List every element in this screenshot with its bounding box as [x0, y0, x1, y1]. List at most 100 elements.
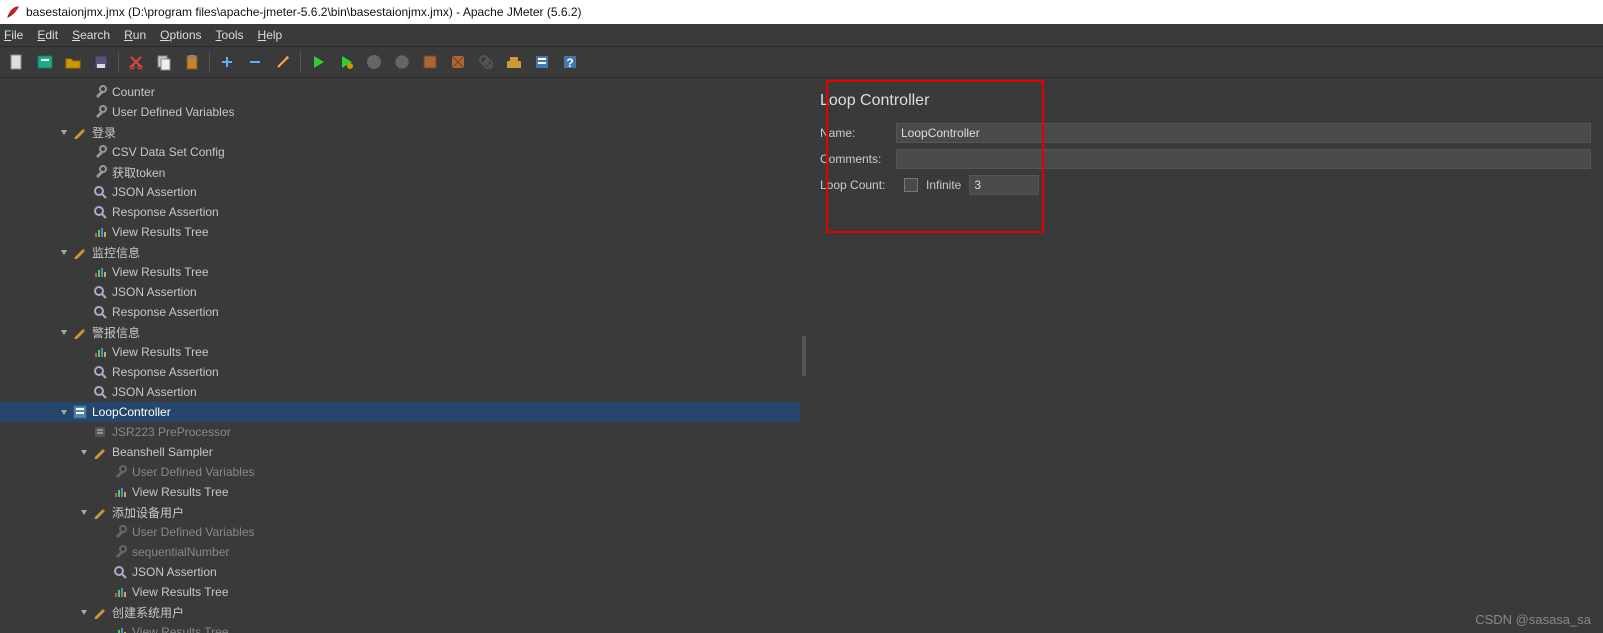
tree-toggle-icon	[98, 526, 110, 538]
paste-button[interactable]	[179, 49, 205, 75]
tree-item[interactable]: 登录	[0, 122, 800, 142]
shutdown-button[interactable]	[389, 49, 415, 75]
tree-toggle-icon	[98, 546, 110, 558]
tree-toggle-icon[interactable]	[58, 326, 70, 338]
open-button[interactable]	[60, 49, 86, 75]
chart-icon	[92, 224, 108, 240]
comments-input[interactable]	[896, 149, 1591, 169]
tree-item[interactable]: JSON Assertion	[0, 562, 800, 582]
tree-item[interactable]: 监控信息	[0, 242, 800, 262]
tree-toggle-icon[interactable]	[58, 126, 70, 138]
new-button[interactable]	[4, 49, 30, 75]
function-helper-button[interactable]	[529, 49, 555, 75]
tree-toggle-icon[interactable]	[78, 506, 90, 518]
tree-item[interactable]: LoopController	[0, 402, 800, 422]
pencil-icon	[92, 444, 108, 460]
tree-item[interactable]: Response Assertion	[0, 202, 800, 222]
expand-button[interactable]	[214, 49, 240, 75]
tree-item-label: JSR223 PreProcessor	[112, 425, 231, 439]
tree-item[interactable]: View Results Tree	[0, 222, 800, 242]
clearall-button[interactable]	[445, 49, 471, 75]
templates-button[interactable]	[32, 49, 58, 75]
splitter[interactable]	[800, 78, 808, 633]
name-input[interactable]	[896, 123, 1591, 143]
loop-count-input[interactable]	[969, 175, 1039, 195]
infinite-label: Infinite	[926, 178, 961, 192]
tree-toggle-icon[interactable]	[78, 446, 90, 458]
tree-toggle-icon[interactable]	[58, 246, 70, 258]
tree-toggle-icon[interactable]	[78, 606, 90, 618]
tree-toggle-icon	[78, 266, 90, 278]
tree-item[interactable]: User Defined Variables	[0, 462, 800, 482]
tree-item[interactable]: View Results Tree	[0, 262, 800, 282]
tree-item[interactable]: Response Assertion	[0, 362, 800, 382]
jmeter-feather-icon	[6, 5, 20, 19]
menu-options[interactable]: Options	[160, 28, 201, 42]
start-noTimers-button[interactable]	[333, 49, 359, 75]
tree-item[interactable]: Counter	[0, 82, 800, 102]
chart-icon	[92, 344, 108, 360]
reset-search-button[interactable]	[501, 49, 527, 75]
tree-item[interactable]: View Results Tree	[0, 582, 800, 602]
tree-item-label: 登录	[92, 124, 116, 141]
wrench-icon	[92, 144, 108, 160]
pencil-icon	[92, 604, 108, 620]
tree-item-label: User Defined Variables	[112, 105, 235, 119]
menu-run[interactable]: Run	[124, 28, 146, 42]
stop-button[interactable]	[361, 49, 387, 75]
tree-item[interactable]: View Results Tree	[0, 482, 800, 502]
tree-item[interactable]: User Defined Variables	[0, 522, 800, 542]
cut-button[interactable]	[123, 49, 149, 75]
tree-toggle-icon	[98, 586, 110, 598]
tree-item-label: Response Assertion	[112, 305, 219, 319]
menu-help[interactable]: Help	[258, 28, 283, 42]
tree-item[interactable]: JSON Assertion	[0, 382, 800, 402]
tree-item[interactable]: User Defined Variables	[0, 102, 800, 122]
tree-toggle-icon	[78, 106, 90, 118]
tree-item-label: Counter	[112, 85, 155, 99]
tree-item[interactable]: Response Assertion	[0, 302, 800, 322]
wrench-icon	[92, 164, 108, 180]
tree-item[interactable]: 获取token	[0, 162, 800, 182]
window-title: basestaionjmx.jmx (D:\program files\apac…	[26, 5, 582, 19]
tree-item[interactable]: 添加设备用户	[0, 502, 800, 522]
save-button[interactable]	[88, 49, 114, 75]
main-split: Counter User Defined Variables 登录CSV Data …	[0, 78, 1603, 633]
panel-title: Loop Controller	[808, 78, 1603, 120]
menu-file[interactable]: File	[4, 28, 23, 42]
magnify-icon	[112, 564, 128, 580]
start-button[interactable]	[305, 49, 331, 75]
help-button[interactable]: ?	[557, 49, 583, 75]
tree-item[interactable]: 警报信息	[0, 322, 800, 342]
tree-item-label: JSON Assertion	[132, 565, 217, 579]
pencil-icon	[72, 244, 88, 260]
search-button[interactable]	[473, 49, 499, 75]
infinite-checkbox[interactable]	[904, 178, 918, 192]
tree-item[interactable]: 创建系统用户	[0, 602, 800, 622]
collapse-button[interactable]	[242, 49, 268, 75]
tree-item[interactable]: JSON Assertion	[0, 282, 800, 302]
menu-tools[interactable]: Tools	[216, 28, 244, 42]
tree-item[interactable]: View Results Tree	[0, 622, 800, 633]
tree-panel[interactable]: Counter User Defined Variables 登录CSV Data …	[0, 78, 800, 633]
menu-edit[interactable]: Edit	[37, 28, 58, 42]
toolbar: ?	[0, 46, 1603, 78]
tree-item[interactable]: CSV Data Set Config	[0, 142, 800, 162]
chart-icon	[112, 484, 128, 500]
tree-item[interactable]: JSON Assertion	[0, 182, 800, 202]
copy-button[interactable]	[151, 49, 177, 75]
tree-toggle-icon[interactable]	[58, 406, 70, 418]
tree-item[interactable]: View Results Tree	[0, 342, 800, 362]
tree-item[interactable]: sequentialNumber	[0, 542, 800, 562]
clear-button[interactable]	[417, 49, 443, 75]
toggle-button[interactable]	[270, 49, 296, 75]
magnify-icon	[92, 184, 108, 200]
tree-item[interactable]: JSR223 PreProcessor	[0, 422, 800, 442]
tree-toggle-icon	[78, 366, 90, 378]
tree-item[interactable]: Beanshell Sampler	[0, 442, 800, 462]
magnify-icon	[92, 284, 108, 300]
chart-icon	[112, 624, 128, 633]
tree-item-label: User Defined Variables	[132, 465, 255, 479]
tree-item-label: Response Assertion	[112, 205, 219, 219]
menu-search[interactable]: Search	[72, 28, 110, 42]
